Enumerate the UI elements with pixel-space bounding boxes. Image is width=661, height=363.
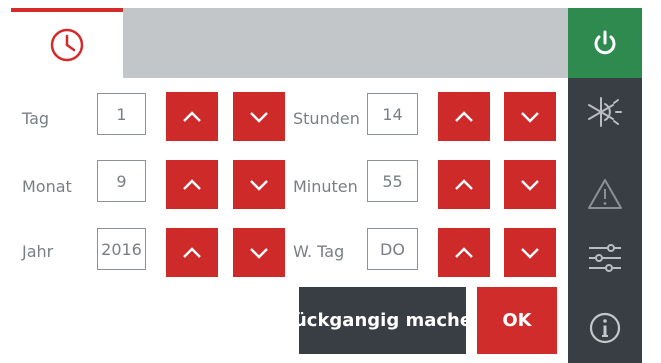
undo-button-label: Rückgangig machen [299, 310, 466, 331]
hours-label: Stunden [293, 109, 360, 128]
clock-icon [50, 28, 84, 62]
day-down-button[interactable] [233, 92, 285, 141]
month-down-button[interactable] [233, 160, 285, 209]
month-label: Monat [22, 177, 72, 196]
weekday-label: W. Tag [293, 242, 345, 261]
sidebar [568, 8, 642, 363]
chevron-down-icon [250, 247, 268, 259]
chevron-up-icon [183, 246, 201, 258]
chevron-up-icon [455, 246, 473, 258]
minutes-up-button[interactable] [438, 160, 490, 209]
month-up-button[interactable] [166, 160, 218, 209]
chevron-up-icon [183, 178, 201, 190]
tab-clock[interactable] [11, 8, 123, 78]
minutes-label: Minuten [293, 177, 358, 196]
sidebar-item-power[interactable] [568, 8, 642, 78]
sliders-icon [589, 244, 621, 272]
chevron-down-icon [521, 179, 539, 191]
sidebar-item-info[interactable] [568, 300, 642, 356]
chevron-up-icon [455, 110, 473, 122]
chevron-down-icon [250, 179, 268, 191]
info-icon [589, 312, 621, 344]
power-icon [594, 30, 616, 55]
weekday-up-button[interactable] [438, 228, 490, 277]
chevron-up-icon [455, 178, 473, 190]
ok-button-label: OK [502, 310, 532, 331]
chevron-down-icon [250, 111, 268, 123]
day-up-button[interactable] [166, 92, 218, 141]
header-bar [123, 8, 568, 78]
year-up-button[interactable] [166, 228, 218, 277]
month-field[interactable]: 9 [97, 160, 146, 202]
sidebar-item-climate[interactable] [568, 84, 642, 140]
date-time-settings-screen: Tag 1 Monat 9 Jahr 2016 Stunden 14 Minut… [11, 8, 642, 363]
chevron-up-icon [183, 110, 201, 122]
minutes-field[interactable]: 55 [367, 160, 418, 202]
year-field[interactable]: 2016 [97, 228, 146, 270]
year-down-button[interactable] [233, 228, 285, 277]
weekday-down-button[interactable] [504, 228, 556, 277]
sidebar-item-alarms[interactable] [568, 166, 642, 222]
chevron-down-icon [521, 111, 539, 123]
sun-snowflake-icon [588, 97, 622, 127]
year-label: Jahr [22, 242, 54, 261]
undo-button[interactable]: Rückgangig machen [299, 287, 466, 354]
hours-field[interactable]: 14 [367, 93, 418, 135]
hours-up-button[interactable] [438, 92, 490, 141]
weekday-field[interactable]: DO [367, 228, 418, 270]
minutes-down-button[interactable] [504, 160, 556, 209]
warning-icon [588, 179, 622, 209]
ok-button[interactable]: OK [477, 287, 557, 354]
day-label: Tag [22, 109, 50, 128]
sidebar-item-settings[interactable] [568, 230, 642, 286]
hours-down-button[interactable] [504, 92, 556, 141]
chevron-down-icon [521, 247, 539, 259]
day-field[interactable]: 1 [97, 93, 146, 135]
